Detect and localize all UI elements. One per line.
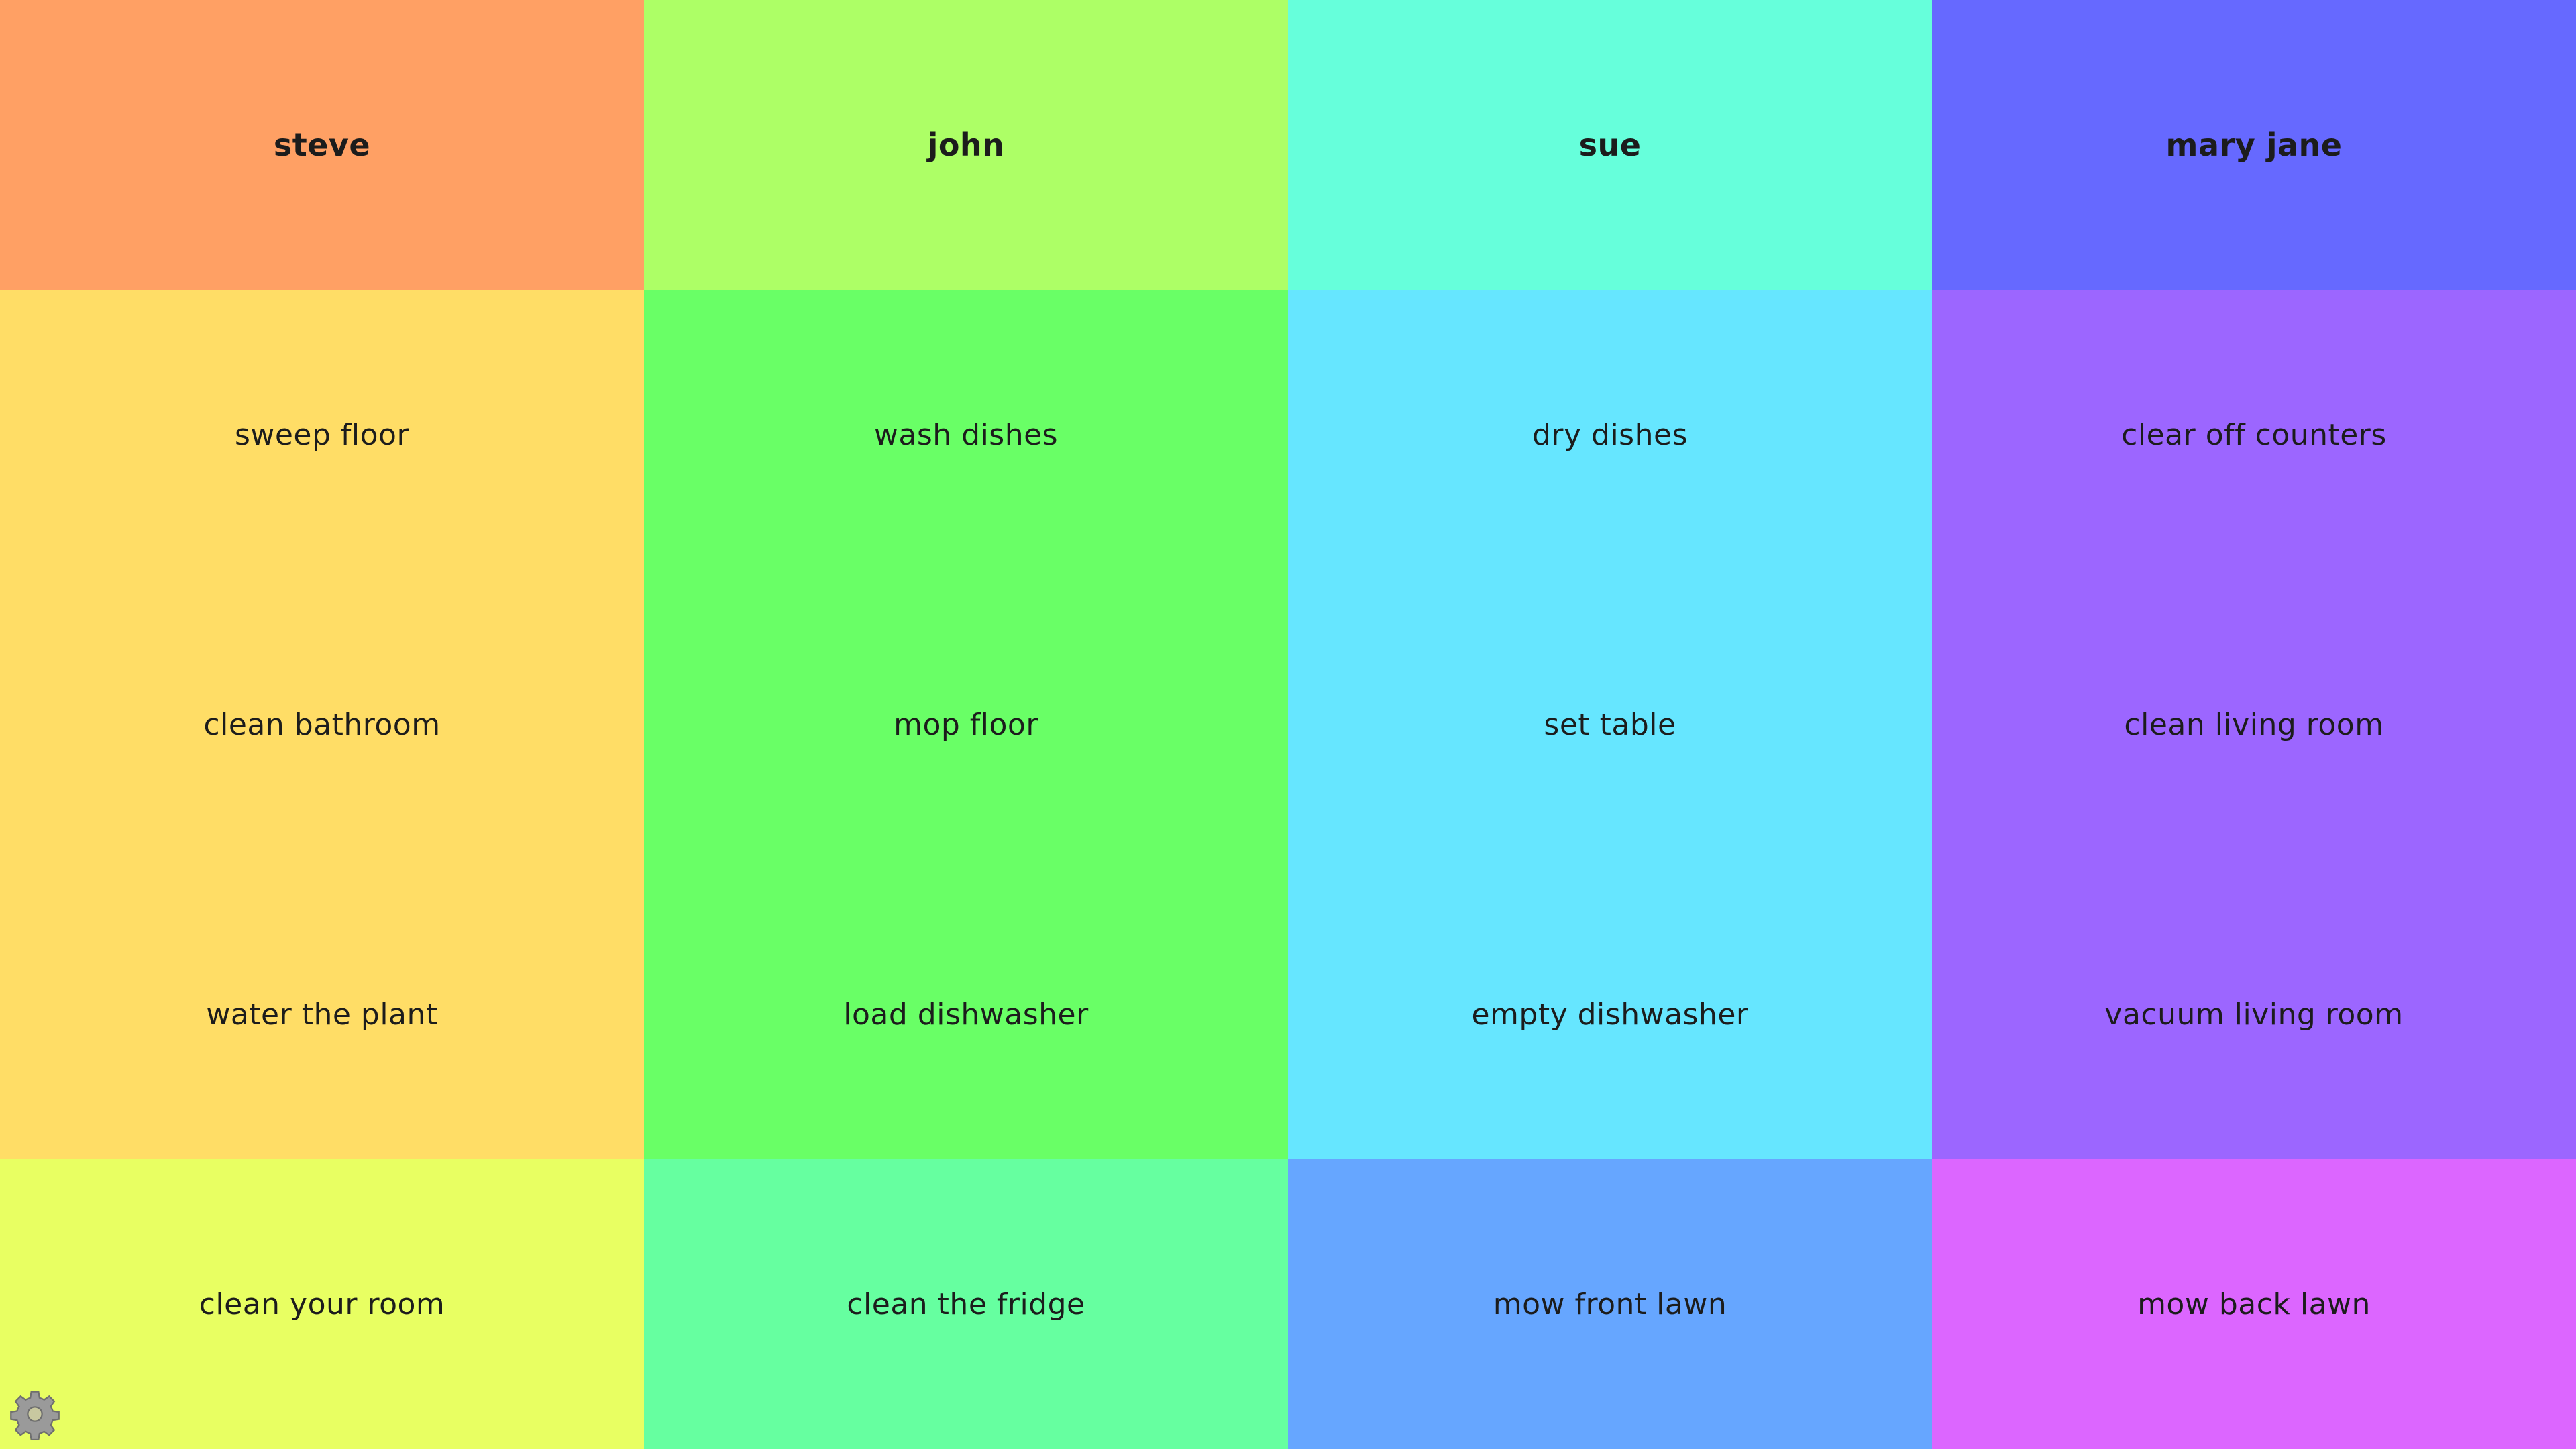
extra-task-cell[interactable]: clean the fridge xyxy=(644,1159,1288,1449)
task-cell[interactable]: mop floor xyxy=(644,580,1288,869)
task-cell[interactable]: clean bathroom xyxy=(0,580,644,869)
task-cell[interactable]: empty dishwasher xyxy=(1288,869,1932,1159)
task-cell[interactable]: wash dishes xyxy=(644,290,1288,580)
chore-board: steve sweep floor clean bathroom water t… xyxy=(0,0,2576,1449)
person-header[interactable]: mary jane xyxy=(1932,0,2576,290)
task-cell[interactable]: vacuum living room xyxy=(1932,869,2576,1159)
extra-task-cell[interactable]: mow back lawn xyxy=(1932,1159,2576,1449)
extra-task-cell[interactable]: clean your room xyxy=(0,1159,644,1449)
extra-task-cell[interactable]: mow front lawn xyxy=(1288,1159,1932,1449)
person-header[interactable]: sue xyxy=(1288,0,1932,290)
person-header[interactable]: steve xyxy=(0,0,644,290)
person-header[interactable]: john xyxy=(644,0,1288,290)
settings-gear-icon[interactable] xyxy=(9,1389,60,1441)
task-cell[interactable]: clean living room xyxy=(1932,580,2576,869)
gear-icon xyxy=(10,1391,60,1441)
task-cell[interactable]: load dishwasher xyxy=(644,869,1288,1159)
task-cell[interactable]: clear off counters xyxy=(1932,290,2576,580)
task-cell[interactable]: set table xyxy=(1288,580,1932,869)
task-cell[interactable]: sweep floor xyxy=(0,290,644,580)
task-cell[interactable]: water the plant xyxy=(0,869,644,1159)
task-cell[interactable]: dry dishes xyxy=(1288,290,1932,580)
